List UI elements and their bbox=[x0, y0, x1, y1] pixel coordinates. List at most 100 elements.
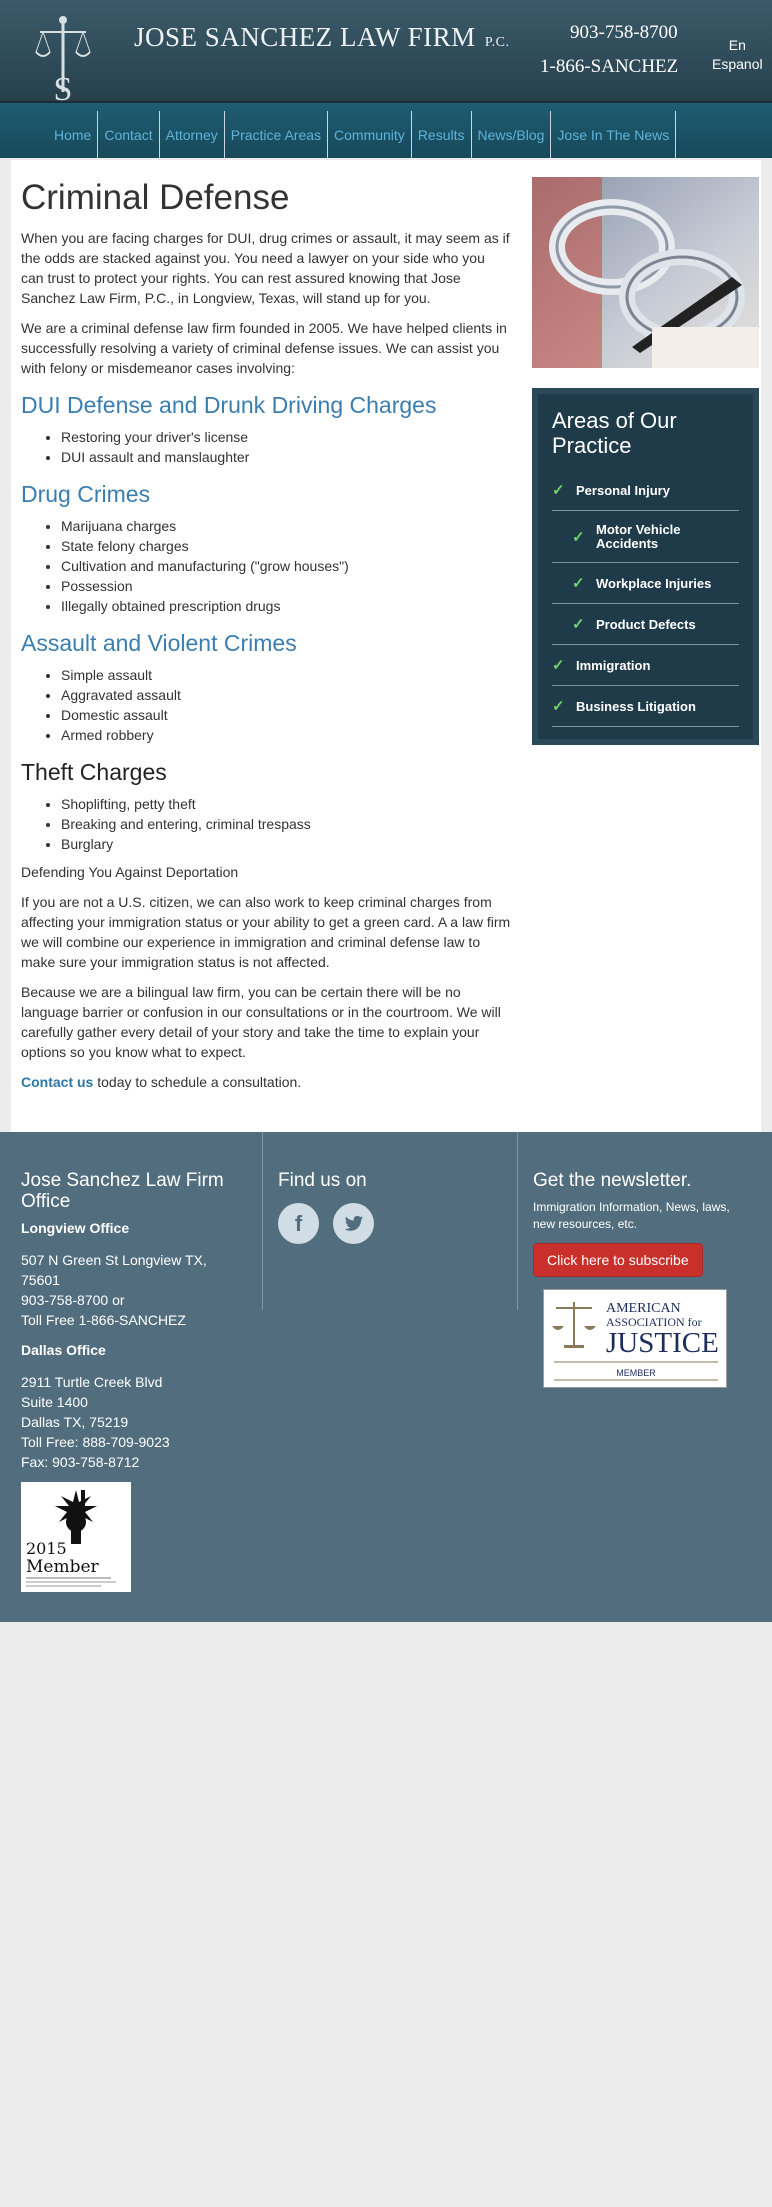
2015-member-badge: 2015 Member bbox=[21, 1482, 131, 1592]
main-content-area: Criminal Defense When you are facing cha… bbox=[11, 160, 761, 1132]
lang-es-link[interactable]: Espanol bbox=[712, 55, 763, 74]
nav-jose-in-the-news[interactable]: Jose In The News bbox=[551, 111, 677, 158]
check-icon: ✓ bbox=[552, 698, 565, 715]
list-item: Shoplifting, petty theft bbox=[61, 794, 511, 814]
nav-contact[interactable]: Contact bbox=[98, 111, 160, 158]
check-icon: ✓ bbox=[572, 528, 585, 546]
article: Criminal Defense When you are facing cha… bbox=[21, 178, 511, 1102]
list-item: Possession bbox=[61, 576, 511, 596]
lang-en-link[interactable]: En bbox=[712, 36, 763, 55]
dallas-office-label: Dallas Office bbox=[21, 1342, 106, 1358]
deportation-paragraph: If you are not a U.S. citizen, we can al… bbox=[21, 894, 511, 970]
phone-primary[interactable]: 903-758-8700 bbox=[570, 22, 678, 44]
aaj-logo-icon: AMERICAN ASSOCIATION for JUSTICE MEMBER bbox=[552, 1301, 719, 1381]
section-heading-dui: DUI Defense and Drunk Driving Charges bbox=[21, 392, 437, 418]
nav-practice-areas[interactable]: Practice Areas bbox=[225, 111, 329, 158]
facebook-icon[interactable]: f bbox=[278, 1203, 319, 1244]
phone-line[interactable]: Toll Free 1-866-SANCHEZ bbox=[21, 1310, 251, 1330]
phone-line[interactable]: 903-758-8700 or bbox=[21, 1290, 251, 1310]
section-heading-theft: Theft Charges bbox=[21, 759, 167, 785]
sidebar-item-label: Immigration bbox=[576, 657, 651, 673]
list-item: DUI assault and manslaughter bbox=[61, 447, 511, 467]
nav-home[interactable]: Home bbox=[48, 111, 99, 158]
section-heading-assault: Assault and Violent Crimes bbox=[21, 630, 297, 656]
list-item: Breaking and entering, criminal trespass bbox=[61, 814, 511, 834]
main-nav: Home Contact Attorney Practice Areas Com… bbox=[0, 103, 772, 158]
sidebar-item-label: Motor Vehicle Accidents bbox=[596, 521, 681, 551]
check-icon: ✓ bbox=[572, 616, 585, 633]
list-item: Restoring your driver's license bbox=[61, 427, 511, 447]
sidebar-item-label: Workplace Injuries bbox=[596, 575, 712, 591]
svg-text:S: S bbox=[54, 71, 73, 106]
footer-office-column: Jose Sanchez Law Firm Office Longview Of… bbox=[21, 1170, 251, 1592]
phone-vanity[interactable]: 1-866-SANCHEZ bbox=[540, 56, 678, 78]
intro-paragraph-2: We are a criminal defense law firm found… bbox=[21, 320, 507, 376]
aaj-line1: AMERICAN bbox=[606, 1301, 681, 1316]
list-item: Cultivation and manufacturing ("grow hou… bbox=[61, 556, 511, 576]
address-line: 507 N Green St Longview TX, bbox=[21, 1252, 207, 1268]
check-icon: ✓ bbox=[552, 482, 565, 499]
nav-attorney[interactable]: Attorney bbox=[160, 111, 225, 158]
address-line: Dallas TX, 75219 bbox=[21, 1414, 129, 1430]
firm-suffix: P.C. bbox=[484, 35, 510, 50]
aaj-member-badge: AMERICAN ASSOCIATION for JUSTICE MEMBER bbox=[543, 1289, 727, 1388]
nav-results[interactable]: Results bbox=[412, 111, 472, 158]
statue-of-liberty-icon: 2015 Member bbox=[26, 1490, 116, 1587]
check-icon: ✓ bbox=[572, 575, 585, 592]
firm-name-text: JOSE SANCHEZ LAW FIRM bbox=[134, 22, 476, 52]
deportation-heading: Defending You Against Deportation bbox=[21, 864, 239, 880]
sidebar-item-label: Business Litigation bbox=[576, 698, 696, 714]
handcuffs-photo bbox=[532, 177, 759, 368]
office-title: Jose Sanchez Law Firm Office bbox=[21, 1170, 224, 1212]
contact-us-link[interactable]: Contact us bbox=[21, 1074, 93, 1090]
dui-list: Restoring your driver's license DUI assa… bbox=[61, 427, 511, 467]
newsletter-text: Immigration Information, News, laws, new… bbox=[533, 1200, 730, 1231]
phone-line[interactable]: Toll Free: 888-709-9023 bbox=[21, 1432, 251, 1452]
aaj-line3: JUSTICE bbox=[606, 1327, 719, 1359]
longview-office-label: Longview Office bbox=[21, 1220, 130, 1236]
badge-year: 2015 bbox=[26, 1539, 67, 1558]
fax-line: Fax: 903-758-8712 bbox=[21, 1454, 140, 1470]
assault-list: Simple assault Aggravated assault Domest… bbox=[61, 665, 511, 745]
nav-news-blog[interactable]: News/Blog bbox=[472, 111, 552, 158]
aaj-member: MEMBER bbox=[616, 1368, 656, 1378]
page-title: Criminal Defense bbox=[21, 178, 290, 217]
footer-newsletter-column: Get the newsletter. Immigration Informat… bbox=[533, 1170, 753, 1388]
list-item: Illegally obtained prescription drugs bbox=[61, 596, 511, 616]
language-switcher: En Espanol bbox=[712, 36, 763, 74]
newsletter-heading: Get the newsletter. bbox=[533, 1170, 692, 1191]
list-item: Burglary bbox=[61, 834, 511, 854]
badge-member: Member bbox=[26, 1557, 100, 1577]
cta-paragraph: Contact us today to schedule a consultat… bbox=[21, 1072, 511, 1092]
nav-community[interactable]: Community bbox=[328, 111, 412, 158]
firm-name[interactable]: JOSE SANCHEZ LAW FIRM P.C. bbox=[134, 22, 509, 53]
sidebar-item-personal-injury[interactable]: ✓ Personal Injury bbox=[552, 470, 739, 511]
footer-divider bbox=[262, 1132, 263, 1310]
find-us-heading: Find us on bbox=[278, 1170, 367, 1191]
cta-text: today to schedule a consultation. bbox=[93, 1074, 302, 1090]
subscribe-button[interactable]: Click here to subscribe bbox=[533, 1243, 703, 1277]
list-item: State felony charges bbox=[61, 536, 511, 556]
theft-list: Shoplifting, petty theft Breaking and en… bbox=[61, 794, 511, 854]
address-line: 75601 bbox=[21, 1272, 60, 1288]
sidebar-item-label: Personal Injury bbox=[576, 482, 670, 498]
drug-list: Marijuana charges State felony charges C… bbox=[61, 516, 511, 616]
check-icon: ✓ bbox=[552, 657, 565, 674]
sidebar-item-motor-vehicle-accidents[interactable]: ✓ Motor Vehicle Accidents bbox=[552, 511, 739, 563]
twitter-icon[interactable] bbox=[333, 1203, 374, 1244]
footer-divider bbox=[517, 1132, 518, 1310]
sidebar-item-business-litigation[interactable]: ✓ Business Litigation bbox=[552, 686, 739, 727]
bilingual-paragraph: Because we are a bilingual law firm, you… bbox=[21, 984, 501, 1060]
section-heading-drug-crimes: Drug Crimes bbox=[21, 481, 151, 507]
site-header: S JOSE SANCHEZ LAW FIRM P.C. 903-758-870… bbox=[0, 0, 772, 106]
sidebar-item-product-defects[interactable]: ✓ Product Defects bbox=[552, 604, 739, 645]
address-line: Suite 1400 bbox=[21, 1394, 88, 1410]
practice-areas-sidebar: Areas of Our Practice ✓ Personal Injury ✓… bbox=[532, 388, 759, 745]
sidebar-item-workplace-injuries[interactable]: ✓ Workplace Injuries bbox=[552, 563, 739, 604]
address-line: 2911 Turtle Creek Blvd bbox=[21, 1374, 163, 1390]
sidebar-item-immigration[interactable]: ✓ Immigration bbox=[552, 645, 739, 686]
list-item: Simple assault bbox=[61, 665, 511, 685]
handcuffs-image-icon bbox=[532, 177, 759, 368]
scales-logo-icon[interactable]: S bbox=[34, 14, 92, 106]
site-footer: Jose Sanchez Law Firm Office Longview Of… bbox=[0, 1132, 772, 1622]
